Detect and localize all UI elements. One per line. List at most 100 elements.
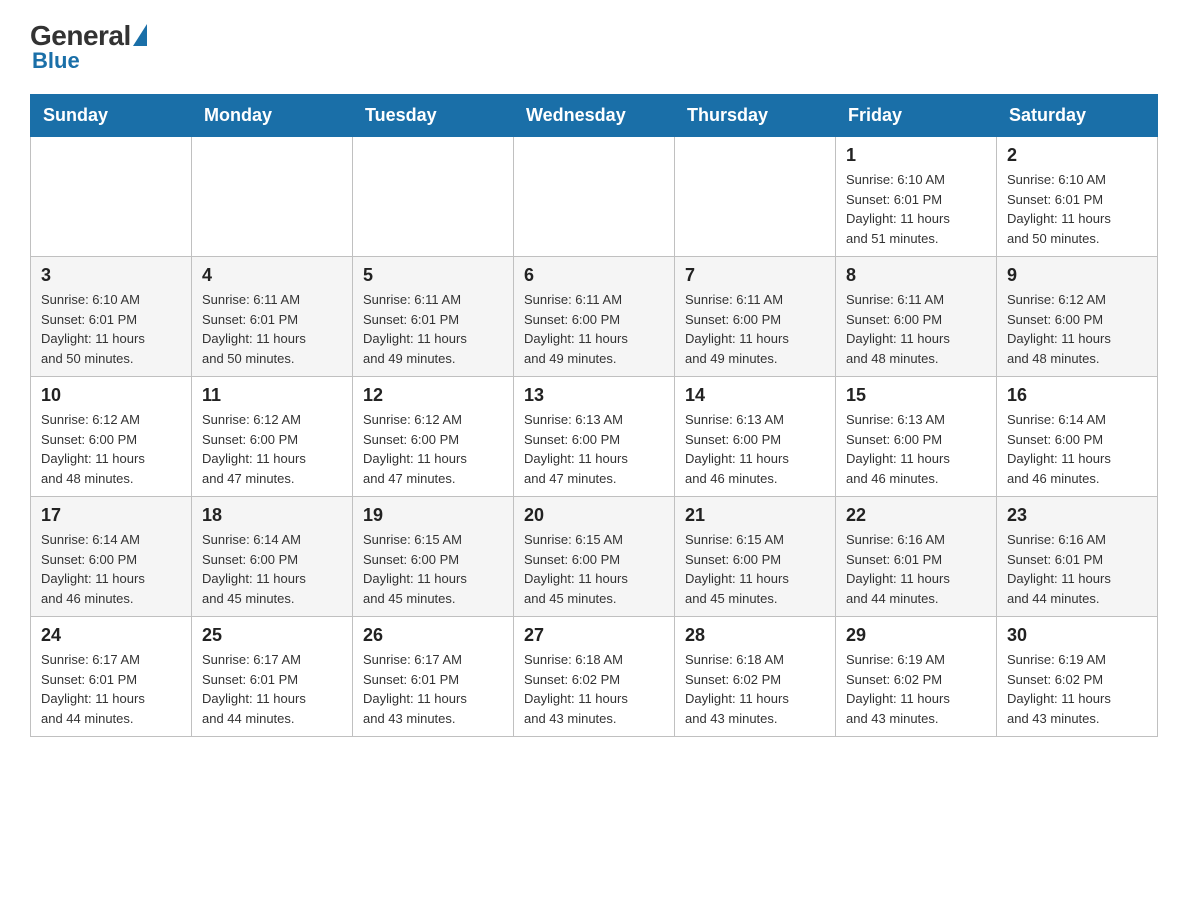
header-wednesday: Wednesday (514, 95, 675, 137)
day-number: 17 (41, 505, 181, 526)
calendar-cell: 3 Sunrise: 6:10 AM Sunset: 6:01 PM Daylig… (31, 257, 192, 377)
day-number: 11 (202, 385, 342, 406)
day-number: 14 (685, 385, 825, 406)
day-number: 8 (846, 265, 986, 286)
day-info: Sunrise: 6:15 AM Sunset: 6:00 PM Dayligh… (524, 530, 664, 608)
calendar-cell: 5 Sunrise: 6:11 AM Sunset: 6:01 PM Daylig… (353, 257, 514, 377)
day-number: 1 (846, 145, 986, 166)
logo-blue-text: Blue (32, 48, 80, 74)
day-number: 29 (846, 625, 986, 646)
calendar-cell (675, 137, 836, 257)
day-info: Sunrise: 6:19 AM Sunset: 6:02 PM Dayligh… (1007, 650, 1147, 728)
day-number: 18 (202, 505, 342, 526)
day-number: 2 (1007, 145, 1147, 166)
day-info: Sunrise: 6:13 AM Sunset: 6:00 PM Dayligh… (685, 410, 825, 488)
day-info: Sunrise: 6:17 AM Sunset: 6:01 PM Dayligh… (363, 650, 503, 728)
calendar-cell: 4 Sunrise: 6:11 AM Sunset: 6:01 PM Daylig… (192, 257, 353, 377)
day-number: 12 (363, 385, 503, 406)
header-sunday: Sunday (31, 95, 192, 137)
calendar-header-row: SundayMondayTuesdayWednesdayThursdayFrid… (31, 95, 1158, 137)
calendar-cell: 28 Sunrise: 6:18 AM Sunset: 6:02 PM Dayli… (675, 617, 836, 737)
week-row-4: 17 Sunrise: 6:14 AM Sunset: 6:00 PM Dayli… (31, 497, 1158, 617)
day-number: 21 (685, 505, 825, 526)
day-number: 22 (846, 505, 986, 526)
day-number: 23 (1007, 505, 1147, 526)
calendar-cell: 12Sunrise: 6:12 AM Sunset: 6:00 PM Dayli… (353, 377, 514, 497)
week-row-1: 1 Sunrise: 6:10 AM Sunset: 6:01 PM Daylig… (31, 137, 1158, 257)
header-friday: Friday (836, 95, 997, 137)
calendar-table: SundayMondayTuesdayWednesdayThursdayFrid… (30, 94, 1158, 737)
calendar-cell: 19 Sunrise: 6:15 AM Sunset: 6:00 PM Dayli… (353, 497, 514, 617)
day-number: 5 (363, 265, 503, 286)
calendar-cell: 25Sunrise: 6:17 AM Sunset: 6:01 PM Dayli… (192, 617, 353, 737)
calendar-cell: 13 Sunrise: 6:13 AM Sunset: 6:00 PM Dayli… (514, 377, 675, 497)
calendar-cell: 29 Sunrise: 6:19 AM Sunset: 6:02 PM Dayli… (836, 617, 997, 737)
header-saturday: Saturday (997, 95, 1158, 137)
calendar-cell: 30 Sunrise: 6:19 AM Sunset: 6:02 PM Dayli… (997, 617, 1158, 737)
header: General Blue (30, 20, 1158, 74)
calendar-cell: 22 Sunrise: 6:16 AM Sunset: 6:01 PM Dayli… (836, 497, 997, 617)
calendar-cell: 14 Sunrise: 6:13 AM Sunset: 6:00 PM Dayli… (675, 377, 836, 497)
day-info: Sunrise: 6:12 AM Sunset: 6:00 PM Dayligh… (1007, 290, 1147, 368)
day-number: 27 (524, 625, 664, 646)
day-number: 3 (41, 265, 181, 286)
calendar-cell: 8 Sunrise: 6:11 AM Sunset: 6:00 PM Daylig… (836, 257, 997, 377)
day-info: Sunrise: 6:11 AM Sunset: 6:00 PM Dayligh… (846, 290, 986, 368)
calendar-cell: 27 Sunrise: 6:18 AM Sunset: 6:02 PM Dayli… (514, 617, 675, 737)
header-tuesday: Tuesday (353, 95, 514, 137)
day-info: Sunrise: 6:16 AM Sunset: 6:01 PM Dayligh… (1007, 530, 1147, 608)
day-info: Sunrise: 6:11 AM Sunset: 6:00 PM Dayligh… (685, 290, 825, 368)
calendar-cell: 9Sunrise: 6:12 AM Sunset: 6:00 PM Daylig… (997, 257, 1158, 377)
day-number: 16 (1007, 385, 1147, 406)
calendar-cell: 11 Sunrise: 6:12 AM Sunset: 6:00 PM Dayli… (192, 377, 353, 497)
day-info: Sunrise: 6:15 AM Sunset: 6:00 PM Dayligh… (685, 530, 825, 608)
day-number: 30 (1007, 625, 1147, 646)
calendar-cell: 6 Sunrise: 6:11 AM Sunset: 6:00 PM Daylig… (514, 257, 675, 377)
day-info: Sunrise: 6:13 AM Sunset: 6:00 PM Dayligh… (524, 410, 664, 488)
day-info: Sunrise: 6:14 AM Sunset: 6:00 PM Dayligh… (202, 530, 342, 608)
day-info: Sunrise: 6:14 AM Sunset: 6:00 PM Dayligh… (1007, 410, 1147, 488)
day-number: 13 (524, 385, 664, 406)
calendar-cell: 7Sunrise: 6:11 AM Sunset: 6:00 PM Daylig… (675, 257, 836, 377)
header-monday: Monday (192, 95, 353, 137)
day-number: 28 (685, 625, 825, 646)
day-number: 26 (363, 625, 503, 646)
day-info: Sunrise: 6:12 AM Sunset: 6:00 PM Dayligh… (202, 410, 342, 488)
day-info: Sunrise: 6:18 AM Sunset: 6:02 PM Dayligh… (685, 650, 825, 728)
day-info: Sunrise: 6:11 AM Sunset: 6:01 PM Dayligh… (202, 290, 342, 368)
calendar-cell: 21 Sunrise: 6:15 AM Sunset: 6:00 PM Dayli… (675, 497, 836, 617)
day-info: Sunrise: 6:11 AM Sunset: 6:01 PM Dayligh… (363, 290, 503, 368)
calendar-cell: 17 Sunrise: 6:14 AM Sunset: 6:00 PM Dayli… (31, 497, 192, 617)
calendar-cell (31, 137, 192, 257)
calendar-cell: 10 Sunrise: 6:12 AM Sunset: 6:00 PM Dayli… (31, 377, 192, 497)
calendar-cell: 23 Sunrise: 6:16 AM Sunset: 6:01 PM Dayli… (997, 497, 1158, 617)
calendar-cell: 16 Sunrise: 6:14 AM Sunset: 6:00 PM Dayli… (997, 377, 1158, 497)
day-number: 6 (524, 265, 664, 286)
day-number: 20 (524, 505, 664, 526)
day-info: Sunrise: 6:19 AM Sunset: 6:02 PM Dayligh… (846, 650, 986, 728)
day-info: Sunrise: 6:18 AM Sunset: 6:02 PM Dayligh… (524, 650, 664, 728)
day-info: Sunrise: 6:14 AM Sunset: 6:00 PM Dayligh… (41, 530, 181, 608)
week-row-3: 10 Sunrise: 6:12 AM Sunset: 6:00 PM Dayli… (31, 377, 1158, 497)
day-info: Sunrise: 6:16 AM Sunset: 6:01 PM Dayligh… (846, 530, 986, 608)
calendar-cell: 1 Sunrise: 6:10 AM Sunset: 6:01 PM Daylig… (836, 137, 997, 257)
day-info: Sunrise: 6:17 AM Sunset: 6:01 PM Dayligh… (41, 650, 181, 728)
day-info: Sunrise: 6:13 AM Sunset: 6:00 PM Dayligh… (846, 410, 986, 488)
page: General Blue SundayMondayTuesdayWednesda… (0, 0, 1188, 757)
day-number: 10 (41, 385, 181, 406)
calendar-cell (192, 137, 353, 257)
day-info: Sunrise: 6:12 AM Sunset: 6:00 PM Dayligh… (41, 410, 181, 488)
calendar-cell: 15Sunrise: 6:13 AM Sunset: 6:00 PM Dayli… (836, 377, 997, 497)
week-row-2: 3 Sunrise: 6:10 AM Sunset: 6:01 PM Daylig… (31, 257, 1158, 377)
calendar-cell: 20 Sunrise: 6:15 AM Sunset: 6:00 PM Dayli… (514, 497, 675, 617)
day-info: Sunrise: 6:15 AM Sunset: 6:00 PM Dayligh… (363, 530, 503, 608)
day-number: 24 (41, 625, 181, 646)
day-number: 19 (363, 505, 503, 526)
day-info: Sunrise: 6:11 AM Sunset: 6:00 PM Dayligh… (524, 290, 664, 368)
calendar-cell: 24 Sunrise: 6:17 AM Sunset: 6:01 PM Dayli… (31, 617, 192, 737)
day-info: Sunrise: 6:10 AM Sunset: 6:01 PM Dayligh… (41, 290, 181, 368)
day-number: 4 (202, 265, 342, 286)
week-row-5: 24 Sunrise: 6:17 AM Sunset: 6:01 PM Dayli… (31, 617, 1158, 737)
day-info: Sunrise: 6:10 AM Sunset: 6:01 PM Dayligh… (1007, 170, 1147, 248)
day-info: Sunrise: 6:10 AM Sunset: 6:01 PM Dayligh… (846, 170, 986, 248)
